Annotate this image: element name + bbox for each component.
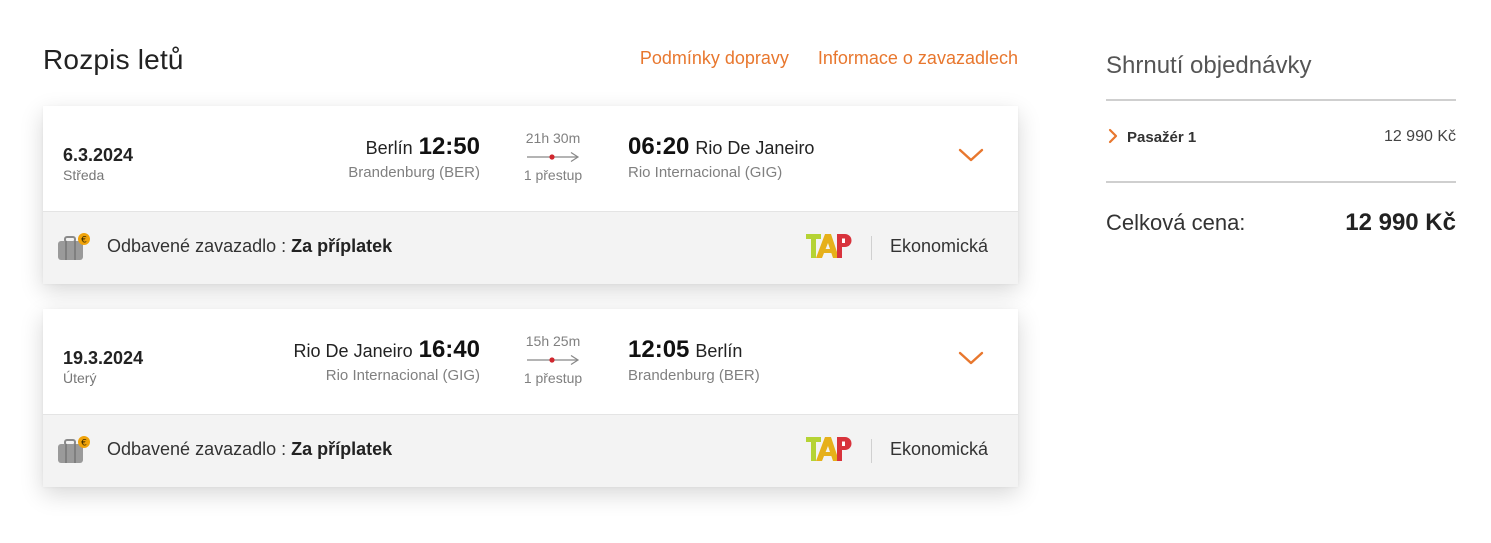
route-arrow-icon [527, 354, 580, 366]
flight-card-outbound: 6.3.2024 Středa Berlín 12:50 Brandenburg … [43, 106, 1018, 284]
departure-city: Rio De Janeiro [293, 341, 413, 361]
arrival-time: 12:05 [628, 336, 690, 363]
baggage-value: Za příplatek [291, 439, 393, 459]
passenger-price: 12 990 Kč [1383, 128, 1456, 145]
departure: Berlín 12:50 Brandenburg (BER) [348, 133, 480, 181]
departure-city: Berlín [365, 138, 413, 158]
arrival-airport: Rio Internacional (GIG) [628, 164, 783, 181]
top-links: Podmínky dopravy Informace o zavazadlech [611, 48, 1018, 69]
flight-date: 19.3.2024 [63, 348, 144, 368]
flight-duration: 15h 25m [525, 333, 581, 349]
divider [1106, 181, 1456, 183]
separator [871, 439, 872, 463]
cabin-class: Ekonomická [890, 236, 989, 256]
departure-airport: Rio Internacional (GIG) [325, 367, 480, 384]
tap-airline-logo [805, 231, 853, 264]
baggage-value: Za příplatek [291, 236, 393, 256]
route-info: 15h 25m 1 přestup [513, 333, 593, 386]
departure-time: 16:40 [418, 336, 480, 363]
arrival: 06:20 Rio De Janeiro Rio Internacional (G… [628, 133, 814, 181]
flight-summary-row[interactable]: 19.3.2024 Úterý Rio De Janeiro 16:40 Rio … [43, 309, 1018, 414]
route-info: 21h 30m 1 přestup [513, 130, 593, 183]
baggage-info: Odbavené zavazadlo : Za příplatek [107, 439, 392, 460]
flight-date: 6.3.2024 [63, 145, 134, 165]
luggage-icon: € [56, 233, 92, 268]
chevron-down-icon[interactable] [958, 351, 984, 370]
transport-conditions-link[interactable]: Podmínky dopravy [640, 48, 789, 68]
flight-day: Středa [63, 167, 105, 183]
flight-duration: 21h 30m [525, 130, 581, 146]
arrival-city: Berlín [695, 341, 743, 361]
baggage-info: Odbavené zavazadlo : Za příplatek [107, 236, 392, 257]
baggage-label: Odbavené zavazadlo : [107, 236, 287, 256]
baggage-label: Odbavené zavazadlo : [107, 439, 287, 459]
arrival: 12:05 Berlín Brandenburg (BER) [628, 336, 760, 384]
flight-day: Úterý [63, 370, 97, 386]
summary-title: Shrnutí objednávky [1106, 52, 1312, 79]
passenger-label[interactable]: Pasažér 1 [1127, 129, 1196, 146]
total-label: Celková cena: [1106, 210, 1246, 235]
departure-airport: Brandenburg (BER) [348, 164, 480, 181]
page-title: Rozpis letů [43, 44, 184, 75]
departure-time: 12:50 [418, 133, 480, 160]
chevron-right-icon[interactable] [1108, 128, 1118, 149]
departure: Rio De Janeiro 16:40 Rio Internacional (G… [294, 336, 480, 384]
arrival-city: Rio De Janeiro [695, 138, 815, 158]
separator [871, 236, 872, 260]
flight-summary-row[interactable]: 6.3.2024 Středa Berlín 12:50 Brandenburg … [43, 106, 1018, 211]
route-arrow-icon [527, 151, 580, 163]
divider [1106, 99, 1456, 101]
baggage-info-link[interactable]: Informace o zavazadlech [818, 48, 1018, 68]
total-price: 12 990 Kč [1345, 209, 1456, 236]
flight-details-row: € Odbavené zavazadlo : Za příplatek Ekon… [43, 211, 1018, 284]
arrival-time: 06:20 [628, 133, 690, 160]
svg-text:€: € [81, 439, 87, 449]
arrival-airport: Brandenburg (BER) [628, 367, 760, 384]
luggage-icon: € [56, 436, 92, 471]
stops-count: 1 přestup [523, 370, 583, 386]
svg-text:€: € [81, 236, 87, 246]
cabin-class: Ekonomická [890, 439, 989, 459]
flight-details-row: € Odbavené zavazadlo : Za příplatek Ekon… [43, 414, 1018, 487]
flight-card-return: 19.3.2024 Úterý Rio De Janeiro 16:40 Rio … [43, 309, 1018, 487]
stops-count: 1 přestup [523, 167, 583, 183]
chevron-down-icon[interactable] [958, 148, 984, 167]
tap-airline-logo [805, 434, 853, 467]
